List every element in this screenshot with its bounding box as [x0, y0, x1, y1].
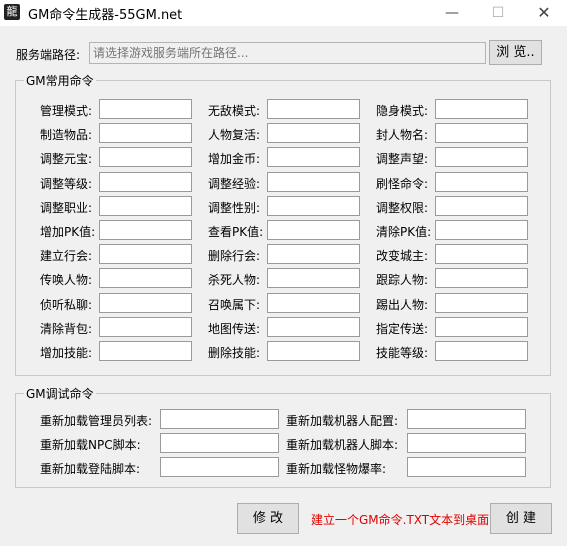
common-command-label: 制造物品: [40, 128, 93, 143]
common-command-label: 调整性别: [208, 200, 261, 215]
common-command-label: 传唤人物: [40, 273, 93, 288]
common-command-input[interactable] [435, 341, 528, 361]
common-command-label: 清除PK值: [376, 225, 432, 239]
common-command-input[interactable] [435, 244, 528, 265]
common-command-label: 踢出人物: [376, 297, 429, 312]
common-command-label: 调整经验: [208, 176, 261, 191]
debug-command-label: 重新加载管理员列表: [40, 414, 153, 428]
app-icon: 龍 [4, 4, 20, 20]
common-commands-title: GM常用命令 [24, 72, 96, 89]
common-command-input[interactable] [267, 195, 360, 216]
common-command-label: 建立行会: [40, 249, 93, 264]
common-command-label: 调整声望: [376, 152, 429, 167]
common-command-input[interactable] [435, 195, 528, 216]
common-command-label: 增加PK值: [40, 225, 96, 239]
common-command-label: 清除背包: [40, 321, 93, 336]
browse-button[interactable]: 浏 览.. [489, 40, 542, 65]
common-command-input[interactable] [267, 220, 360, 240]
common-command-input[interactable] [435, 147, 528, 168]
common-command-input[interactable] [99, 195, 192, 216]
debug-command-label: 重新加载登陆脚本: [40, 462, 141, 476]
server-path-label: 服务端路径: [16, 48, 81, 62]
common-command-label: 封人物名: [376, 128, 429, 143]
common-command-input[interactable] [99, 292, 192, 313]
common-command-input[interactable] [435, 268, 528, 289]
common-command-label: 调整职业: [40, 200, 93, 215]
maximize-button[interactable]: ☐ [475, 0, 521, 26]
close-button[interactable]: ✕ [521, 0, 567, 26]
common-command-input[interactable] [435, 292, 528, 313]
common-command-label: 无敌模式: [208, 104, 261, 118]
common-command-input[interactable] [99, 147, 192, 168]
debug-command-label: 重新加载NPC脚本: [40, 438, 141, 452]
create-hint-text: 建立一个GM命令.TXT文本到桌面 [311, 513, 490, 527]
common-command-label: 删除行会: [208, 249, 261, 264]
common-command-label: 调整元宝: [40, 152, 93, 167]
common-command-input[interactable] [435, 171, 528, 192]
common-command-input[interactable] [99, 123, 192, 144]
common-command-input[interactable] [267, 341, 360, 361]
common-command-label: 调整权限: [376, 200, 429, 215]
common-command-label: 改变城主: [376, 249, 429, 264]
common-command-input[interactable] [435, 123, 528, 144]
title-bar: 龍 GM命令生成器-55GM.net — ☐ ✕ [0, 0, 567, 26]
common-command-label: 隐身模式: [376, 104, 429, 118]
common-command-input[interactable] [267, 171, 360, 192]
common-command-input[interactable] [435, 99, 528, 119]
common-command-input[interactable] [99, 268, 192, 289]
common-command-label: 指定传送: [376, 321, 429, 336]
common-command-label: 侦听私聊: [40, 297, 93, 312]
window-title: GM命令生成器-55GM.net [28, 8, 183, 23]
debug-command-input[interactable] [160, 433, 279, 453]
common-command-input[interactable] [99, 244, 192, 265]
common-command-label: 地图传送: [208, 321, 261, 336]
common-command-label: 增加技能: [40, 346, 93, 360]
debug-command-label: 重新加载怪物爆率: [286, 462, 387, 476]
common-command-input[interactable] [267, 268, 360, 289]
common-command-input[interactable] [435, 220, 528, 240]
common-command-label: 删除技能: [208, 346, 261, 360]
common-command-input[interactable] [99, 99, 192, 119]
debug-command-input[interactable] [407, 457, 526, 477]
common-command-input[interactable] [99, 316, 192, 337]
common-command-input[interactable] [267, 99, 360, 119]
create-button[interactable]: 创 建 [490, 503, 552, 534]
common-command-label: 调整等级: [40, 176, 93, 191]
common-command-input[interactable] [267, 316, 360, 337]
common-command-input[interactable] [267, 244, 360, 265]
common-command-input[interactable] [99, 171, 192, 192]
common-command-label: 刷怪命令: [376, 176, 429, 191]
debug-command-input[interactable] [160, 409, 279, 429]
common-command-label: 跟踪人物: [376, 273, 429, 288]
common-command-label: 技能等级: [376, 346, 429, 360]
common-command-input[interactable] [267, 292, 360, 313]
debug-command-input[interactable] [407, 433, 526, 453]
debug-command-label: 重新加载机器人配置: [286, 414, 399, 428]
minimize-button[interactable]: — [429, 0, 475, 26]
debug-commands-title: GM调试命令 [24, 385, 96, 402]
server-path-input[interactable] [89, 42, 486, 64]
common-command-label: 增加金币: [208, 152, 261, 167]
debug-command-input[interactable] [160, 457, 279, 477]
common-command-label: 杀死人物: [208, 273, 261, 288]
debug-command-input[interactable] [407, 409, 526, 429]
common-command-label: 人物复活: [208, 128, 261, 143]
modify-button[interactable]: 修 改 [237, 503, 299, 534]
common-command-input[interactable] [267, 147, 360, 168]
common-command-label: 管理模式: [40, 104, 93, 118]
common-command-label: 查看PK值: [208, 225, 264, 239]
common-command-label: 召唤属下: [208, 297, 261, 312]
common-command-input[interactable] [99, 220, 192, 240]
common-command-input[interactable] [435, 316, 528, 337]
common-command-input[interactable] [267, 123, 360, 144]
debug-command-label: 重新加载机器人脚本: [286, 438, 399, 452]
common-command-input[interactable] [99, 341, 192, 361]
